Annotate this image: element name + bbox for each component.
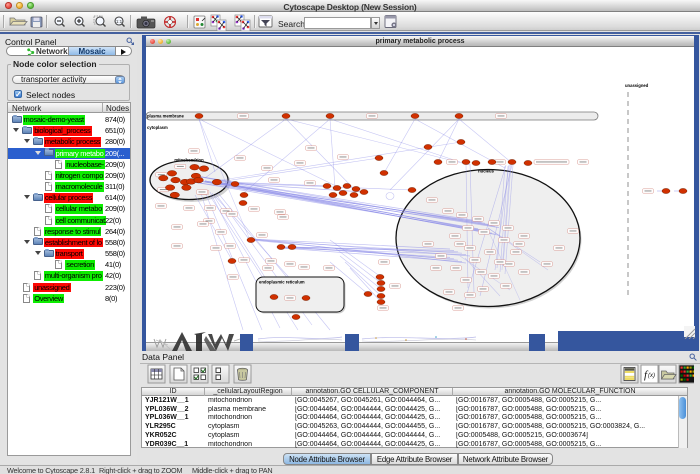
- svg-text:nucleus: nucleus: [478, 169, 494, 174]
- svg-text:endoplasmic reticulum: endoplasmic reticulum: [259, 280, 305, 285]
- svg-text:mitochondrion: mitochondrion: [174, 158, 204, 163]
- svg-text:plasma membrane: plasma membrane: [147, 114, 184, 119]
- svg-text:cytoplasm: cytoplasm: [147, 125, 168, 130]
- svg-text:(x): (x): [648, 373, 655, 379]
- svg-text:1:1: 1:1: [116, 19, 123, 24]
- svg-text:unassigned: unassigned: [625, 83, 649, 88]
